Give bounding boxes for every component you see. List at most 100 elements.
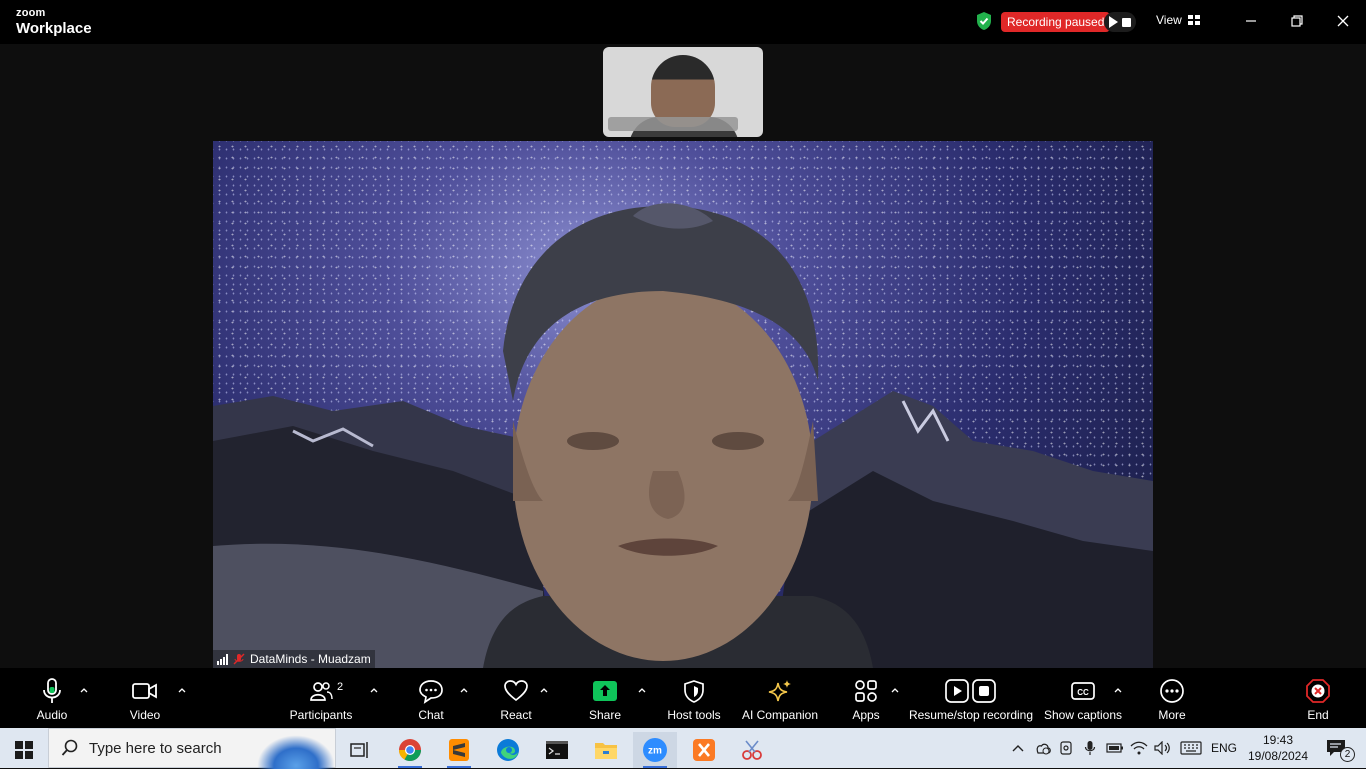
share-screen-icon — [593, 681, 617, 701]
minimize-icon — [1246, 20, 1256, 22]
captions-options-chevron-icon[interactable] — [1114, 686, 1122, 694]
audio-button[interactable]: Audio — [30, 668, 74, 728]
sublime-text-icon — [449, 739, 469, 761]
taskbar-app-terminal[interactable] — [535, 732, 579, 768]
windows-taskbar: Type here to search zm ENG 19:43 19/08/2… — [0, 728, 1366, 769]
recording-controls — [1104, 12, 1136, 32]
search-icon — [61, 739, 78, 756]
resume-stop-recording-button[interactable]: Resume/stop recording — [906, 668, 1036, 728]
thumbnail-name-blur — [608, 117, 738, 131]
view-button[interactable]: View — [1156, 13, 1200, 27]
taskbar-app-file-explorer[interactable] — [584, 732, 628, 768]
audio-options-chevron-icon[interactable] — [80, 686, 88, 694]
host-tools-button[interactable]: Host tools — [664, 668, 724, 728]
zoom-app-icon: zm — [643, 738, 667, 762]
tray-battery[interactable] — [1104, 728, 1126, 768]
video-button[interactable]: Video — [122, 668, 168, 728]
wifi-icon — [1130, 741, 1148, 755]
taskbar-app-chrome[interactable] — [388, 732, 432, 768]
taskbar-search-box[interactable]: Type here to search — [48, 728, 336, 769]
chat-button[interactable]: Chat — [410, 668, 452, 728]
taskbar-app-edge[interactable] — [486, 732, 530, 768]
notification-center-button[interactable]: 2 — [1318, 728, 1355, 768]
taskbar-app-snipping-tool[interactable] — [731, 732, 775, 768]
resume-stop-recording-icon — [945, 679, 996, 703]
title-bar: zoom Workplace Recording paused View — [0, 0, 1366, 44]
notification-count-badge: 2 — [1340, 747, 1355, 762]
tray-touch-keyboard[interactable] — [1178, 728, 1204, 768]
taskbar-app-sublime-text[interactable] — [437, 732, 481, 768]
tray-volume[interactable] — [1152, 728, 1174, 768]
end-meeting-button[interactable]: End — [1298, 668, 1338, 728]
brand-large: Workplace — [16, 20, 92, 37]
chat-options-chevron-icon[interactable] — [460, 686, 468, 694]
apps-options-chevron-icon[interactable] — [891, 686, 899, 694]
chat-icon — [419, 680, 443, 704]
tray-network[interactable] — [1128, 728, 1150, 768]
tray-onedrive[interactable] — [1032, 728, 1054, 768]
share-label: Share — [588, 708, 622, 722]
xampp-icon — [693, 739, 715, 761]
share-options-chevron-icon[interactable] — [638, 686, 646, 694]
more-options-icon — [1160, 679, 1184, 703]
react-options-chevron-icon[interactable] — [540, 686, 548, 694]
close-button[interactable] — [1331, 10, 1355, 32]
resume-recording-icon[interactable] — [1109, 16, 1118, 28]
participants-button[interactable]: Participants — [286, 668, 356, 728]
start-button[interactable] — [2, 732, 46, 768]
tray-meet-now[interactable] — [1056, 728, 1078, 768]
video-camera-icon — [132, 683, 157, 699]
chat-label: Chat — [418, 708, 444, 722]
clock-time: 19:43 — [1262, 733, 1294, 747]
svg-text:CC: CC — [1077, 688, 1089, 697]
tray-clock[interactable]: 19:43 19/08/2024 — [1244, 728, 1312, 768]
folder-icon — [595, 743, 617, 759]
react-button[interactable]: React — [495, 668, 537, 728]
windows-logo-icon — [15, 741, 33, 759]
share-button[interactable]: Share — [585, 668, 625, 728]
participants-icon — [310, 682, 333, 701]
tray-input-language[interactable]: ENG — [1208, 728, 1240, 768]
task-view-button[interactable] — [338, 732, 382, 768]
apps-button[interactable]: Apps — [846, 668, 886, 728]
grid-view-icon — [1187, 15, 1200, 25]
clock-date: 19/08/2024 — [1247, 749, 1309, 763]
show-hidden-icons-button[interactable] — [1008, 728, 1028, 768]
react-label: React — [500, 708, 532, 722]
task-view-icon — [350, 742, 368, 758]
search-placeholder: Type here to search — [89, 739, 222, 757]
participant-figure — [483, 203, 873, 668]
video-options-chevron-icon[interactable] — [178, 686, 186, 694]
more-button[interactable]: More — [1152, 668, 1192, 728]
tray-microphone[interactable] — [1080, 728, 1100, 768]
participant-name: DataMinds - Muadzam — [250, 652, 371, 666]
taskbar-app-xampp[interactable] — [682, 732, 726, 768]
ai-companion-label: AI Companion — [741, 708, 819, 722]
show-captions-button[interactable]: CC Show captions — [1042, 668, 1124, 728]
show-captions-label: Show captions — [1043, 708, 1123, 722]
svg-text:zm: zm — [648, 746, 662, 757]
stop-recording-icon[interactable] — [1122, 17, 1131, 27]
taskbar-app-zoom[interactable]: zm — [633, 732, 677, 768]
ai-companion-button[interactable]: AI Companion — [740, 668, 820, 728]
camera-tray-icon — [1060, 741, 1072, 755]
battery-icon — [1106, 743, 1123, 753]
apps-label: Apps — [852, 708, 880, 722]
cloud-sync-icon — [1036, 743, 1051, 755]
more-label: More — [1158, 708, 1186, 722]
restore-icon — [1291, 15, 1303, 27]
active-speaker-video[interactable]: DataMinds - Muadzam — [213, 141, 1153, 668]
muted-mic-icon — [233, 653, 245, 665]
participants-count: 2 — [337, 681, 344, 693]
audio-label: Audio — [36, 708, 68, 722]
participants-label: Participants — [289, 708, 353, 722]
restore-button[interactable] — [1285, 10, 1309, 32]
participants-options-chevron-icon[interactable] — [370, 686, 378, 694]
chevron-up-icon — [1012, 745, 1024, 752]
recording-status-badge: Recording paused — [1001, 12, 1111, 32]
encryption-shield-icon[interactable] — [975, 11, 993, 31]
microphone-tray-icon — [1084, 741, 1096, 755]
self-view-thumbnail[interactable] — [603, 47, 763, 137]
microphone-icon — [43, 678, 61, 703]
minimize-button[interactable] — [1239, 10, 1263, 32]
